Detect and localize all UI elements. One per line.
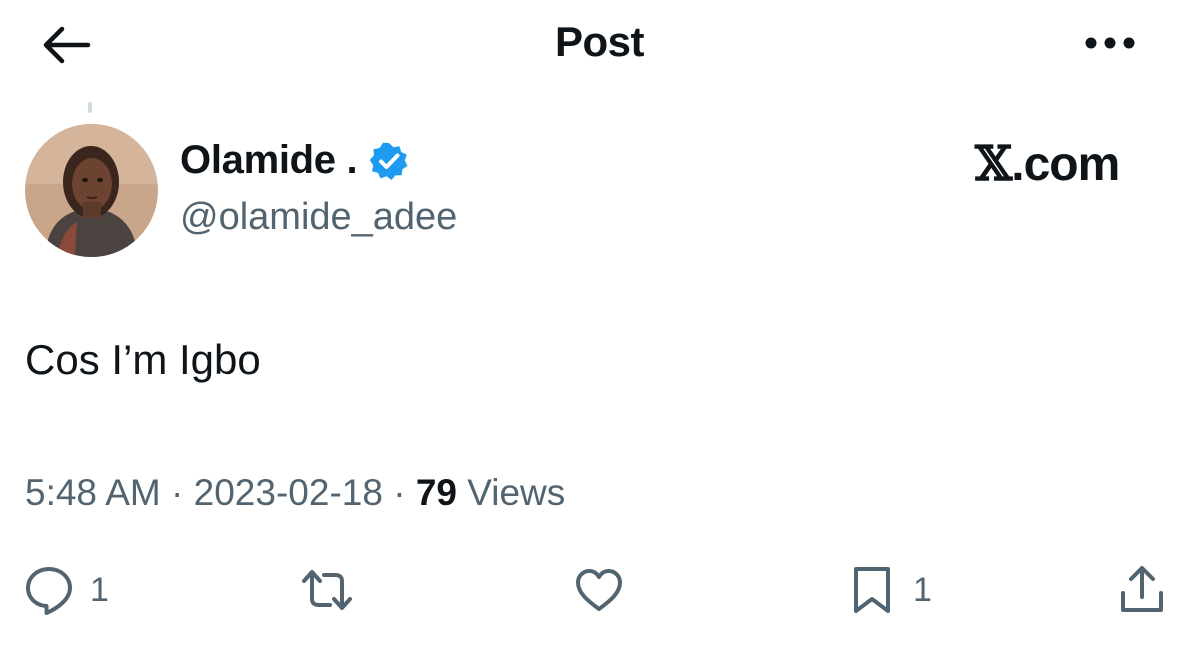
avatar[interactable] [25,124,158,257]
repost-icon [302,570,352,610]
reply-icon [26,567,72,615]
like-button[interactable] [572,560,626,620]
x-logo-glyph: 𝕏 [975,136,1012,192]
reply-count: 1 [90,570,109,609]
share-button[interactable] [1115,560,1169,620]
author-name[interactable]: Olamide . [180,138,358,183]
page-title: Post [554,18,645,65]
author-handle[interactable]: @olamide_adee [180,196,457,239]
post-date[interactable]: 2023-02-18 [194,472,383,513]
more-dots-icon [1085,37,1135,49]
more-options-button[interactable] [1080,26,1140,60]
bookmark-button[interactable]: 1 [845,560,932,620]
verified-badge-icon [370,142,408,180]
meta-separator: · [171,472,184,513]
views-count: 79 [415,472,457,513]
author-name-row: Olamide . [180,138,409,183]
meta-separator: · [393,472,406,513]
avatar-photo [25,124,158,257]
post-time[interactable]: 5:48 AM [25,472,161,513]
thread-connector-line [88,102,92,113]
post-text: Cos I’m Igbo [25,336,261,383]
repost-button[interactable] [300,560,354,620]
post-page: Post Olamide . @olamide_adee 𝕏.com Cos I… [0,0,1199,661]
heart-icon [576,569,622,611]
x-com-watermark: 𝕏.com [975,136,1120,192]
bookmark-icon [854,567,890,613]
reply-button[interactable]: 1 [22,560,109,620]
post-meta: 5:48 AM · 2023-02-18 · 79 Views [25,472,565,514]
share-icon [1121,566,1163,612]
watermark-domain: .com [1011,138,1120,191]
views-label: Views [467,472,566,513]
bookmark-count: 1 [913,570,932,609]
